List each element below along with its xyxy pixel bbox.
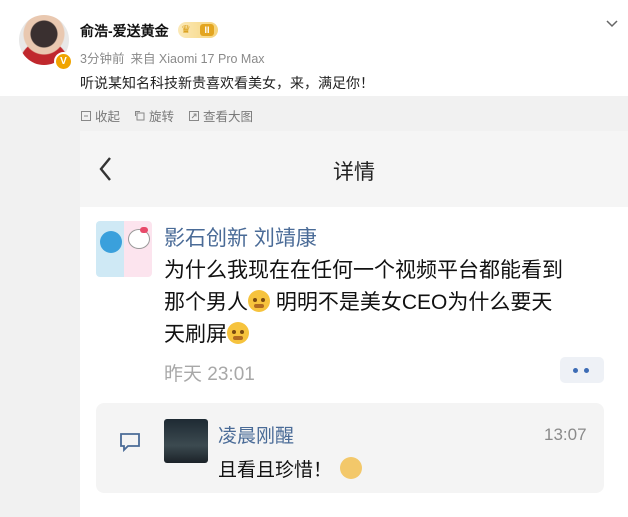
- post-header: V 俞浩-爱送黄金 ♛ II 3分钟前 来自 Xiaomi 17 Pro Max …: [0, 0, 628, 96]
- post-meta: 3分钟前 来自 Xiaomi 17 Pro Max: [80, 48, 265, 67]
- commenter-avatar: [96, 221, 152, 277]
- view-large-icon: [189, 110, 200, 121]
- more-options-icon: [560, 357, 604, 383]
- post-username[interactable]: 俞浩-爱送黄金: [80, 21, 169, 41]
- reply-avatar: [164, 419, 208, 463]
- comment-time: 昨天 23:01: [164, 364, 255, 385]
- reply-text: 且看且珍惜！: [218, 460, 333, 481]
- detail-title: 详情: [333, 161, 375, 184]
- rotate-button[interactable]: 旋转: [134, 106, 174, 125]
- collapse-icon: [81, 110, 91, 121]
- reply-card: 凌晨刚醒 13:07 且看且珍惜！: [96, 403, 604, 493]
- image-actions: 收起 旋转 查看大图: [80, 106, 253, 125]
- comment-line-2: 那个男人 明明不是美女CEO为什么要天: [164, 287, 604, 319]
- comment-line-1: 为什么我现在在任何一个视频平台都能看到: [164, 259, 563, 282]
- reply-author: 凌晨刚醒: [218, 426, 295, 447]
- reply-text-row: 且看且珍惜！: [218, 455, 363, 482]
- commenter-name: 影石创新 刘靖康: [164, 227, 317, 250]
- reply-time: 13:07: [544, 425, 587, 444]
- comment-line-2a: 那个男人: [164, 291, 248, 314]
- comment-bubble-icon: [120, 433, 140, 453]
- tearful-emoji-icon: [248, 290, 270, 312]
- tearful-emoji-icon: [227, 322, 249, 344]
- rotate-icon: [135, 110, 145, 120]
- detail-nav-bar: 详情: [80, 131, 628, 207]
- verified-v-icon: V: [54, 52, 73, 71]
- post-time: 3分钟前: [80, 52, 125, 66]
- doge-emoji-icon: [340, 457, 363, 479]
- collapse-label: 收起: [95, 110, 121, 124]
- post-source[interactable]: 来自 Xiaomi 17 Pro Max: [130, 52, 264, 66]
- comment-line-3a: 天刷屏: [164, 323, 227, 346]
- level-badge[interactable]: ♛ II: [178, 22, 218, 38]
- rotate-label: 旋转: [149, 110, 175, 124]
- collapse-button[interactable]: 收起: [80, 106, 120, 125]
- comment-line-2b: 明明不是美女CEO为什么要天: [270, 291, 553, 314]
- chevron-down-icon[interactable]: [604, 16, 620, 32]
- level-number: II: [200, 24, 214, 36]
- comment-text: 为什么我现在在任何一个视频平台都能看到 那个男人 明明不是美女CEO为什么要天 …: [164, 255, 604, 351]
- view-large-label: 查看大图: [203, 110, 254, 124]
- view-large-button[interactable]: 查看大图: [188, 106, 253, 125]
- screenshot-image[interactable]: 详情 影石创新 刘靖康 为什么我现在在任何一个视频平台都能看到 那个男人 明明不…: [80, 131, 628, 517]
- bottom-fade: [80, 501, 628, 517]
- crown-icon: ♛: [181, 24, 191, 36]
- comment-line-3: 天刷屏: [164, 319, 604, 351]
- post-text: 听说某知名科技新贵喜欢看美女，来，满足你！: [80, 75, 374, 91]
